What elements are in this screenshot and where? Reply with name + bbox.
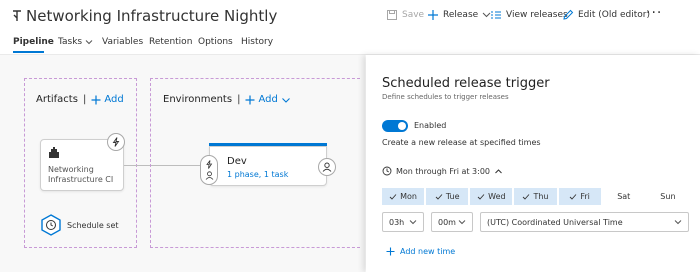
artifact-name: Networking Infrastructure CI <box>48 165 113 185</box>
stage-name: Dev <box>227 156 247 167</box>
check-icon <box>570 193 577 200</box>
pipeline-icon <box>13 10 21 21</box>
plus-icon <box>386 247 395 256</box>
edit-label: Edit (Old editor) <box>578 10 650 20</box>
plus-icon <box>428 10 438 20</box>
release-label: Release <box>443 10 479 20</box>
post-deployment-conditions[interactable] <box>318 158 336 176</box>
chevron-down-icon <box>674 220 682 225</box>
edit-old-editor-button[interactable]: Edit (Old editor) <box>562 9 650 21</box>
check-icon <box>389 193 397 200</box>
schedule-clock-icon <box>41 214 61 236</box>
day-sun[interactable]: Sun <box>647 188 689 205</box>
chevron-down-icon <box>281 97 290 103</box>
day-label: Tue <box>445 192 460 201</box>
tab-tasks[interactable]: Tasks <box>58 37 93 47</box>
save-icon <box>387 10 397 20</box>
check-icon <box>523 193 530 200</box>
check-icon <box>477 193 485 200</box>
tab-tasks-label: Tasks <box>58 37 83 47</box>
build-artifact-icon <box>49 147 59 158</box>
day-sat[interactable]: Sat <box>603 188 645 205</box>
add-new-time-label: Add new time <box>400 247 456 256</box>
schedule-set-label: Schedule set <box>67 221 119 230</box>
plus-icon <box>91 95 101 104</box>
schedule-summary: Mon through Fri at 3:00 <box>396 166 491 176</box>
chevron-up-icon <box>495 168 502 173</box>
view-releases-button[interactable]: View releases <box>490 9 568 21</box>
minute-value: 00m <box>438 217 456 227</box>
chevron-down-icon <box>409 220 417 225</box>
user-icon <box>322 162 332 172</box>
page-title: Networking Infrastructure Nightly <box>26 7 278 25</box>
check-icon <box>435 193 443 200</box>
day-wed[interactable]: Wed <box>470 188 513 205</box>
chevron-down-icon <box>85 40 93 45</box>
hour-value: 03h <box>389 217 405 227</box>
plus-icon <box>245 95 255 104</box>
chevron-down-icon <box>458 220 466 225</box>
tab-pipeline[interactable]: Pipeline <box>13 37 54 47</box>
user-icon <box>205 171 213 180</box>
day-label: Mon <box>400 192 417 201</box>
active-tab-indicator <box>13 51 44 53</box>
tab-options[interactable]: Options <box>198 37 233 47</box>
schedule-trigger-button[interactable] <box>40 214 62 236</box>
add-environment-label: Add <box>258 94 278 105</box>
hour-select[interactable]: 03h <box>382 212 424 232</box>
day-mon[interactable]: Mon <box>382 188 425 205</box>
clock-icon <box>382 166 392 176</box>
day-thu[interactable]: Thu <box>514 188 557 205</box>
artifact-name-line2: Infrastructure CI <box>48 175 114 184</box>
toggle-knob <box>398 122 406 130</box>
view-releases-label: View releases <box>506 10 568 20</box>
artifacts-label: Artifacts <box>36 94 78 105</box>
lightning-icon <box>112 137 120 147</box>
pencil-icon <box>563 9 574 20</box>
timezone-value: (UTC) Coordinated Universal Time <box>487 217 623 227</box>
schedule-summary-row[interactable]: Mon through Fri at 3:00 <box>382 166 503 176</box>
panel-subtitle: Define schedules to trigger releases <box>382 93 509 101</box>
day-label: Thu <box>533 192 549 201</box>
continuous-deployment-trigger[interactable] <box>107 133 125 151</box>
separator: | <box>82 94 87 105</box>
environments-header: Environments | Add <box>163 94 291 105</box>
tab-variables[interactable]: Variables <box>102 37 143 47</box>
environments-label: Environments <box>163 94 233 105</box>
pre-deployment-conditions[interactable] <box>200 155 218 185</box>
lightning-user-icon <box>205 160 212 169</box>
add-environment-button[interactable]: Add <box>245 94 290 105</box>
separator: | <box>237 94 241 105</box>
day-label: Sat <box>617 192 631 201</box>
release-button[interactable]: Release <box>427 9 491 21</box>
add-artifact-button[interactable]: Add <box>91 94 124 105</box>
day-selector: Mon Tue Wed Thu Fri Sat Sun <box>382 188 689 205</box>
day-label: Wed <box>488 192 506 201</box>
minute-select[interactable]: 00m <box>431 212 473 232</box>
tab-retention[interactable]: Retention <box>149 37 192 47</box>
timezone-select[interactable]: (UTC) Coordinated Universal Time <box>480 212 689 232</box>
stage-detail-link[interactable]: 1 phase, 1 task <box>227 170 288 179</box>
panel-title: Scheduled release trigger <box>382 76 550 91</box>
create-release-description: Create a new release at specified times <box>382 138 541 147</box>
more-options-button[interactable]: ··· <box>646 5 662 21</box>
day-label: Sun <box>660 192 676 201</box>
day-label: Fri <box>580 192 590 201</box>
artifact-name-line1: Networking <box>48 165 94 174</box>
list-icon <box>491 11 501 19</box>
day-fri[interactable]: Fri <box>558 188 601 205</box>
save-label: Save <box>402 10 425 20</box>
add-artifact-label: Add <box>104 94 124 105</box>
toggle-label: Enabled <box>414 121 447 130</box>
artifacts-header: Artifacts | Add <box>36 94 124 105</box>
add-new-time-button[interactable]: Add new time <box>386 247 455 256</box>
day-tue[interactable]: Tue <box>426 188 469 205</box>
save-button[interactable]: Save <box>386 9 424 21</box>
tab-history[interactable]: History <box>241 37 273 47</box>
